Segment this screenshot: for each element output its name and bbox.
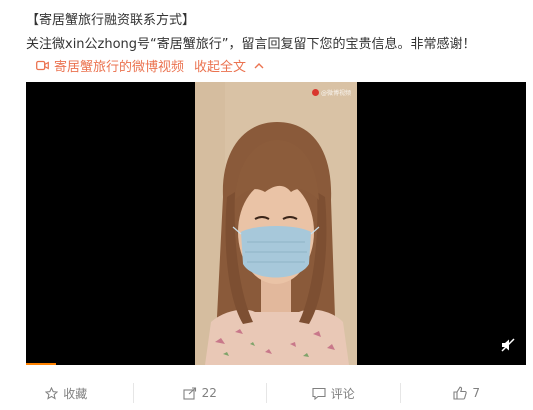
weibo-logo-icon [311, 89, 319, 96]
action-bar: 收藏 22 评论 7 [0, 376, 533, 410]
video-camera-icon[interactable] [36, 60, 49, 71]
comment-button[interactable]: 评论 [267, 383, 400, 403]
share-icon [183, 386, 197, 400]
video-player[interactable]: @微博视频 [26, 82, 526, 365]
favorite-label: 收藏 [63, 386, 88, 401]
video-progress-fill [26, 363, 56, 365]
video-source-link[interactable]: 寄居蟹旅行的微博视频 [54, 56, 184, 75]
watermark-text: @微博视频 [320, 90, 351, 97]
comment-icon [312, 387, 326, 400]
like-button[interactable]: 7 [401, 383, 533, 403]
collapse-text-button[interactable]: 收起全文 [194, 56, 246, 75]
share-button[interactable]: 22 [134, 383, 267, 403]
comment-label: 评论 [330, 386, 355, 401]
video-frame[interactable]: @微博视频 [195, 82, 357, 365]
star-icon [45, 386, 59, 400]
post-body: 关注微xin公zhong号“寄居蟹旅行”，留言回复留下您的宝贵信息。非常感谢！ [26, 37, 476, 52]
watermark: @微博视频 [311, 88, 351, 97]
like-count: 7 [472, 386, 481, 400]
thumbs-up-icon [453, 386, 468, 400]
video-link-row: 寄居蟹旅行的微博视频 收起全文 [36, 56, 264, 75]
chevron-up-icon[interactable] [254, 62, 264, 69]
video-thumbnail-image [195, 82, 357, 365]
muted-speaker-icon[interactable] [500, 337, 516, 353]
share-count: 22 [201, 386, 217, 400]
favorite-button[interactable]: 收藏 [0, 383, 133, 403]
post-title: 【寄居蟹旅行融资联系方式】 [26, 13, 196, 28]
video-progress-bar[interactable] [26, 363, 526, 365]
